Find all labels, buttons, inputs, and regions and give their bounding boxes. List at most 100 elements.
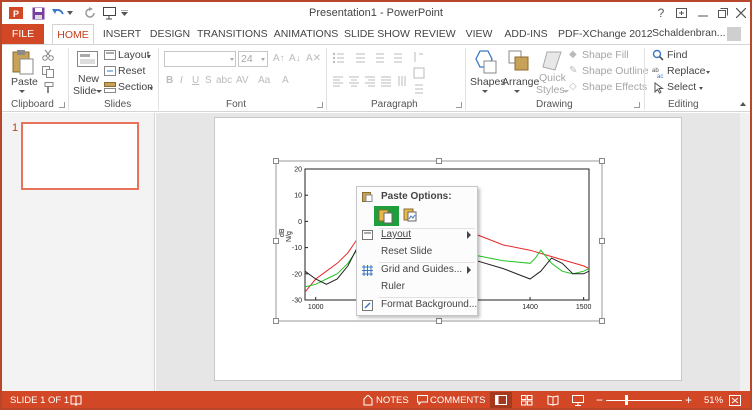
- shapes-label[interactable]: Shapes: [470, 76, 506, 88]
- replace-dropdown-icon[interactable]: [706, 71, 710, 74]
- slide-thumbnail[interactable]: [21, 122, 139, 190]
- new-slide-label-line-1[interactable]: New: [78, 73, 99, 85]
- spell-check-icon[interactable]: [70, 395, 82, 408]
- bold-icon[interactable]: B: [166, 75, 173, 86]
- ribbon-display-options-icon[interactable]: [672, 4, 690, 21]
- change-case-icon[interactable]: Aa: [258, 75, 270, 86]
- paste-use-destination-theme-button[interactable]: [374, 206, 399, 226]
- paragraph-launcher-icon[interactable]: [456, 102, 462, 108]
- slide-sorter-view-icon[interactable]: [521, 395, 533, 408]
- shape-fill-label[interactable]: Shape Fill: [582, 49, 629, 61]
- quick-styles-label-line-2[interactable]: Styles: [536, 84, 565, 96]
- text-direction-icon[interactable]: [412, 51, 452, 100]
- layout-icon[interactable]: [104, 50, 116, 64]
- notes-icon[interactable]: [363, 394, 373, 408]
- avatar[interactable]: [727, 27, 741, 41]
- slide-count[interactable]: SLIDE 1 OF 1: [10, 395, 69, 406]
- tab-pdf-xchange[interactable]: PDF-XChange 2012: [558, 24, 653, 44]
- comments-icon[interactable]: [417, 395, 428, 408]
- paste-picture-button[interactable]: [403, 207, 417, 223]
- menu-item-ruler[interactable]: Ruler: [357, 279, 477, 296]
- new-slide-icon[interactable]: [76, 49, 100, 73]
- underline-icon[interactable]: U: [192, 75, 199, 86]
- fit-slide-to-window-icon[interactable]: [729, 395, 741, 408]
- restore-icon[interactable]: [714, 4, 732, 21]
- tab-slide-show[interactable]: SLIDE SHOW: [344, 24, 410, 44]
- select-label[interactable]: Select: [667, 81, 696, 93]
- arrange-dropdown-icon[interactable]: [514, 90, 520, 93]
- font-launcher-icon[interactable]: [317, 102, 323, 108]
- font-name-combobox[interactable]: [164, 51, 236, 67]
- shape-effects-icon[interactable]: ◇: [569, 81, 577, 92]
- zoom-in-button[interactable]: +: [685, 393, 692, 407]
- format-painter-icon[interactable]: [42, 82, 54, 97]
- shape-effects-label[interactable]: Shape Effects: [582, 81, 647, 93]
- tab-insert[interactable]: INSERT: [99, 24, 145, 44]
- zoom-slider-track[interactable]: [606, 400, 682, 401]
- bullets-icon[interactable]: [332, 51, 412, 68]
- clipboard-launcher-icon[interactable]: [59, 102, 65, 108]
- section-icon[interactable]: [104, 82, 116, 96]
- font-size-dropdown-icon[interactable]: [261, 58, 265, 61]
- slide-show-view-icon[interactable]: [572, 395, 584, 408]
- shape-fill-icon[interactable]: ◆: [569, 49, 577, 60]
- text-shadow-icon[interactable]: S: [205, 75, 212, 86]
- tab-view[interactable]: VIEW: [461, 24, 497, 44]
- paste-dropdown-icon[interactable]: [19, 90, 25, 93]
- select-dropdown-icon[interactable]: [699, 87, 703, 90]
- tab-add-ins[interactable]: ADD-INS: [501, 24, 551, 44]
- menu-item-layout[interactable]: Layout: [357, 227, 477, 244]
- arrange-icon[interactable]: [507, 49, 531, 78]
- find-label[interactable]: Find: [667, 49, 687, 61]
- account-name[interactable]: Schaldenbran...: [652, 27, 726, 39]
- zoom-level[interactable]: 51%: [704, 395, 723, 406]
- new-slide-dropdown-icon[interactable]: [96, 90, 102, 93]
- drawing-launcher-icon[interactable]: [634, 102, 640, 108]
- normal-view-button[interactable]: [490, 392, 512, 408]
- tab-design[interactable]: DESIGN: [148, 24, 192, 44]
- help-icon[interactable]: ?: [652, 4, 670, 21]
- tab-review[interactable]: REVIEW: [412, 24, 458, 44]
- shape-outline-label[interactable]: Shape Outline: [582, 65, 649, 77]
- collapse-ribbon-icon[interactable]: [740, 102, 746, 106]
- copy-icon[interactable]: [42, 66, 54, 81]
- menu-item-reset-slide[interactable]: Reset Slide: [357, 244, 477, 261]
- reading-view-icon[interactable]: [547, 395, 559, 408]
- menu-item-format-background[interactable]: Format Background...: [357, 297, 477, 314]
- strikethrough-icon[interactable]: abc: [216, 75, 232, 86]
- vertical-scrollbar[interactable]: [740, 113, 750, 391]
- shapes-icon[interactable]: [474, 49, 498, 78]
- section-label[interactable]: Section: [118, 81, 153, 93]
- reset-icon[interactable]: [104, 66, 116, 80]
- comments-button[interactable]: COMMENTS: [430, 395, 485, 406]
- quick-styles-label-line-1[interactable]: Quick: [539, 72, 566, 84]
- clear-formatting-icon[interactable]: A✕: [306, 53, 321, 64]
- decrease-font-size-icon[interactable]: A↓: [289, 53, 301, 64]
- font-name-dropdown-icon[interactable]: [230, 58, 234, 61]
- increase-font-size-icon[interactable]: A↑: [273, 53, 285, 64]
- close-icon[interactable]: [732, 4, 750, 21]
- align-text-icons[interactable]: [332, 75, 422, 90]
- tab-home[interactable]: HOME: [52, 24, 94, 45]
- character-spacing-icon[interactable]: AV: [236, 75, 249, 86]
- tab-file[interactable]: FILE: [2, 24, 44, 44]
- find-icon[interactable]: [652, 49, 664, 64]
- select-icon[interactable]: [654, 82, 665, 97]
- font-color-icon[interactable]: A: [282, 75, 289, 86]
- layout-dropdown-icon[interactable]: [147, 55, 151, 58]
- section-dropdown-icon[interactable]: [149, 87, 153, 90]
- zoom-slider-thumb[interactable]: [625, 395, 628, 405]
- shapes-dropdown-icon[interactable]: [482, 90, 488, 93]
- reset-label[interactable]: Reset: [118, 65, 145, 77]
- notes-button[interactable]: NOTES: [376, 395, 409, 406]
- paste-label[interactable]: Paste: [11, 76, 38, 88]
- cut-icon[interactable]: [42, 49, 54, 64]
- paste-icon[interactable]: [10, 49, 36, 75]
- zoom-out-button[interactable]: −: [596, 393, 603, 407]
- replace-label[interactable]: Replace: [667, 65, 706, 77]
- menu-item-grid-and-guides[interactable]: Grid and Guides...: [357, 262, 477, 279]
- italic-icon[interactable]: I: [180, 75, 183, 86]
- arrange-label[interactable]: Arrange: [502, 76, 539, 88]
- replace-icon[interactable]: ab ac: [652, 66, 665, 81]
- tab-transitions[interactable]: TRANSITIONS: [197, 24, 268, 44]
